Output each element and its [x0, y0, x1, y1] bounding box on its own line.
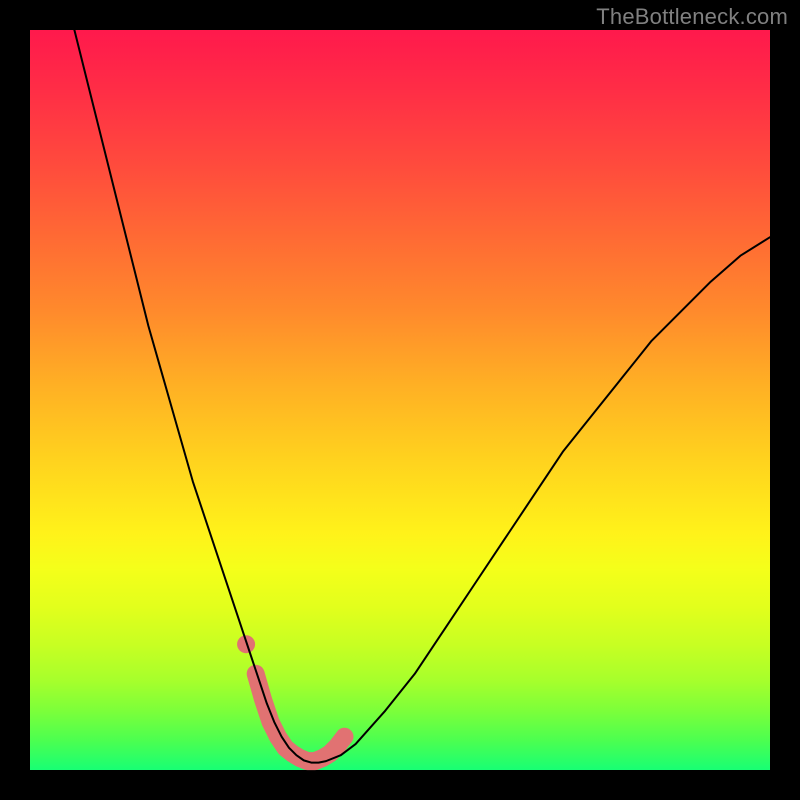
plot-area: [30, 30, 770, 770]
bottleneck-curve: [74, 30, 770, 763]
watermark-text: TheBottleneck.com: [596, 4, 788, 30]
chart-frame: TheBottleneck.com: [0, 0, 800, 800]
chart-svg: [30, 30, 770, 770]
highlight-band: [256, 674, 345, 761]
